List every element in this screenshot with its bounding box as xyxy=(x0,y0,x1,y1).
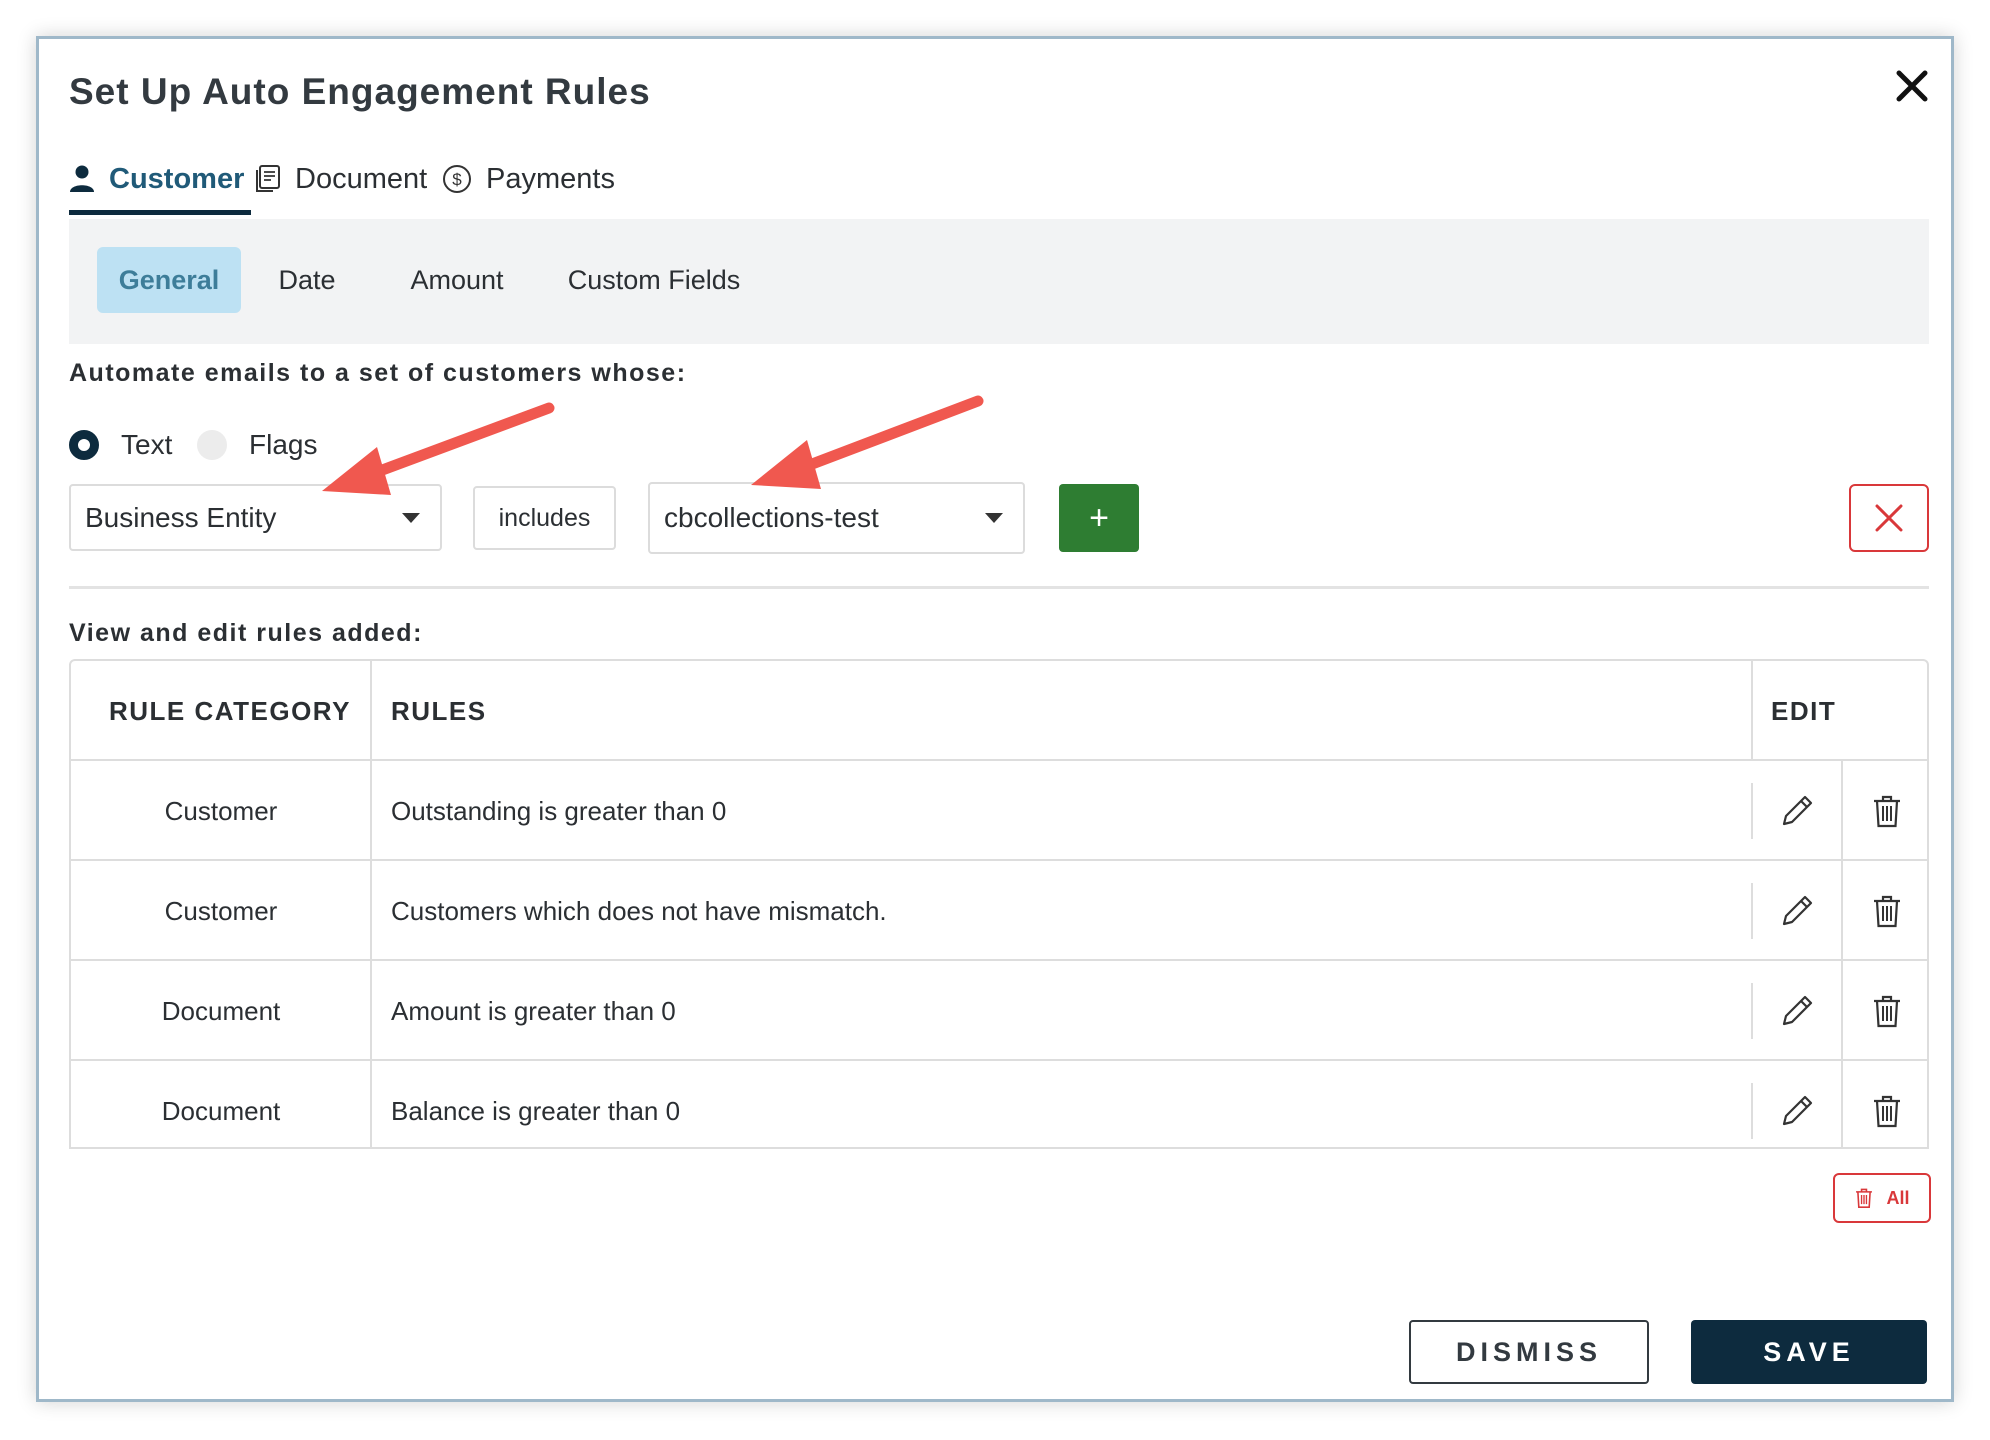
rule-category-cell: Customer xyxy=(164,795,278,826)
rule-text-cell: Customers which does not have mismatch. xyxy=(391,895,887,926)
rule-text-cell: Outstanding is greater than 0 xyxy=(391,795,727,826)
edit-rule-button[interactable] xyxy=(1753,961,1841,1061)
annotation-arrows xyxy=(322,395,984,495)
header-rules: RULES xyxy=(391,695,487,726)
trash-icon xyxy=(1874,795,1900,828)
pencil-icon xyxy=(1782,895,1813,926)
table-row: Document Amount is greater than 0 xyxy=(71,961,1927,1061)
pencil-icon xyxy=(1782,1095,1813,1126)
edit-rule-button[interactable] xyxy=(1753,761,1841,861)
rule-category-cell: Document xyxy=(161,995,281,1026)
delete-rule-button[interactable] xyxy=(1843,861,1927,961)
pencil-icon xyxy=(1782,995,1813,1026)
delete-all-button[interactable]: All xyxy=(1833,1173,1931,1223)
delete-all-label: All xyxy=(1886,1187,1910,1208)
edit-rule-button[interactable] xyxy=(1753,1061,1841,1147)
trash-icon xyxy=(1874,1095,1900,1128)
annotation-arrow-icon xyxy=(751,395,984,489)
header-rule-category: RULE CATEGORY xyxy=(109,695,351,726)
annotation-arrow-icon xyxy=(322,402,555,495)
delete-rule-button[interactable] xyxy=(1843,1061,1927,1147)
rule-category-cell: Customer xyxy=(164,895,278,926)
table-row: Customer Customers which does not have m… xyxy=(71,861,1927,961)
table-row: Document Balance is greater than 0 xyxy=(71,1061,1927,1147)
table-row: Customer Outstanding is greater than 0 xyxy=(71,761,1927,861)
trash-icon xyxy=(1874,995,1900,1028)
rule-category-cell: Document xyxy=(161,1095,281,1126)
save-button[interactable]: SAVE xyxy=(1691,1320,1927,1384)
column-divider xyxy=(1751,661,1753,761)
pencil-icon xyxy=(1782,795,1813,826)
edit-rule-button[interactable] xyxy=(1753,861,1841,961)
rule-text-cell: Amount is greater than 0 xyxy=(391,995,676,1026)
delete-rule-button[interactable] xyxy=(1843,761,1927,861)
section-divider xyxy=(69,586,1929,589)
rules-table: RULE CATEGORY RULES EDIT Customer Outsta… xyxy=(69,659,1929,1149)
delete-rule-button[interactable] xyxy=(1843,961,1927,1061)
auto-engagement-dialog: Set Up Auto Engagement Rules Customer Do… xyxy=(36,36,1954,1402)
header-edit: EDIT xyxy=(1771,695,1837,726)
rules-section-label: View and edit rules added: xyxy=(69,619,423,647)
trash-icon xyxy=(1874,895,1900,928)
rule-text-cell: Balance is greater than 0 xyxy=(391,1095,681,1126)
dismiss-button[interactable]: DISMISS xyxy=(1409,1320,1649,1384)
trash-icon xyxy=(1856,1188,1873,1208)
